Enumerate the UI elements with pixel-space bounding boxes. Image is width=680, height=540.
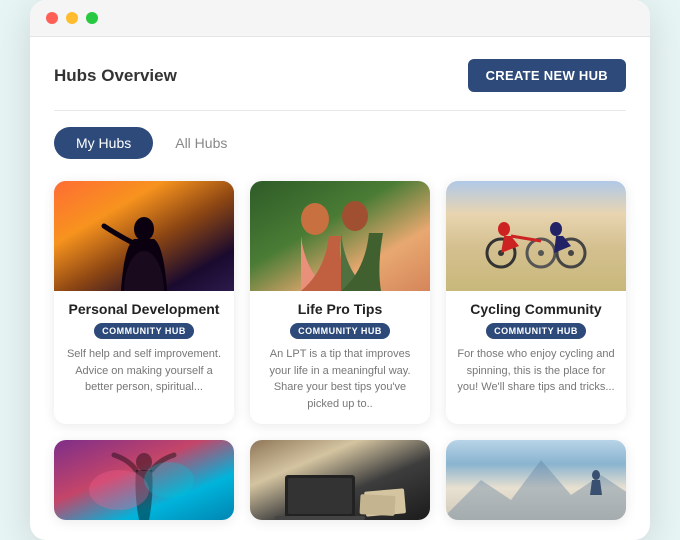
badge-lifepro: COMMUNITY HUB <box>290 323 390 339</box>
header-row: Hubs Overview CREATE NEW HUB <box>54 59 626 92</box>
tabs-row: My Hubs All Hubs <box>54 127 626 159</box>
card-title-personal: Personal Development <box>64 301 224 317</box>
card-image-lifepro <box>250 181 430 291</box>
bottom-cards-grid <box>54 440 626 520</box>
create-hub-button[interactable]: CREATE NEW HUB <box>468 59 626 92</box>
card-personal-development[interactable]: Personal Development COMMUNITY HUB Self … <box>54 181 234 424</box>
tab-my-hubs[interactable]: My Hubs <box>54 127 153 159</box>
card-life-pro-tips[interactable]: Life Pro Tips COMMUNITY HUB An LPT is a … <box>250 181 430 424</box>
badge-personal: COMMUNITY HUB <box>94 323 194 339</box>
card-bottom-1[interactable] <box>54 440 234 520</box>
card-body-lifepro: Life Pro Tips COMMUNITY HUB An LPT is a … <box>250 291 430 424</box>
divider <box>54 110 626 111</box>
main-content: Hubs Overview CREATE NEW HUB My Hubs All… <box>30 37 650 540</box>
close-dot[interactable] <box>46 12 58 24</box>
card-bottom-3[interactable] <box>446 440 626 520</box>
titlebar <box>30 0 650 37</box>
page-title: Hubs Overview <box>54 66 177 86</box>
badge-row-cycling: COMMUNITY HUB <box>456 323 616 339</box>
card-title-cycling: Cycling Community <box>456 301 616 317</box>
card-body-cycling: Cycling Community COMMUNITY HUB For thos… <box>446 291 626 408</box>
card-body-personal: Personal Development COMMUNITY HUB Self … <box>54 291 234 408</box>
badge-row-lifepro: COMMUNITY HUB <box>260 323 420 339</box>
card-desc-lifepro: An LPT is a tip that improves your life … <box>260 346 420 412</box>
card-image-cycling <box>446 181 626 291</box>
maximize-dot[interactable] <box>86 12 98 24</box>
card-desc-personal: Self help and self improvement. Advice o… <box>64 346 224 396</box>
card-title-lifepro: Life Pro Tips <box>260 301 420 317</box>
card-cycling-community[interactable]: Cycling Community COMMUNITY HUB For thos… <box>446 181 626 424</box>
card-bottom-2[interactable] <box>250 440 430 520</box>
app-window: Hubs Overview CREATE NEW HUB My Hubs All… <box>30 0 650 540</box>
badge-row-personal: COMMUNITY HUB <box>64 323 224 339</box>
tab-all-hubs[interactable]: All Hubs <box>153 127 249 159</box>
card-desc-cycling: For those who enjoy cycling and spinning… <box>456 346 616 396</box>
badge-cycling: COMMUNITY HUB <box>486 323 586 339</box>
minimize-dot[interactable] <box>66 12 78 24</box>
card-image-personal <box>54 181 234 291</box>
cards-grid: Personal Development COMMUNITY HUB Self … <box>54 181 626 424</box>
